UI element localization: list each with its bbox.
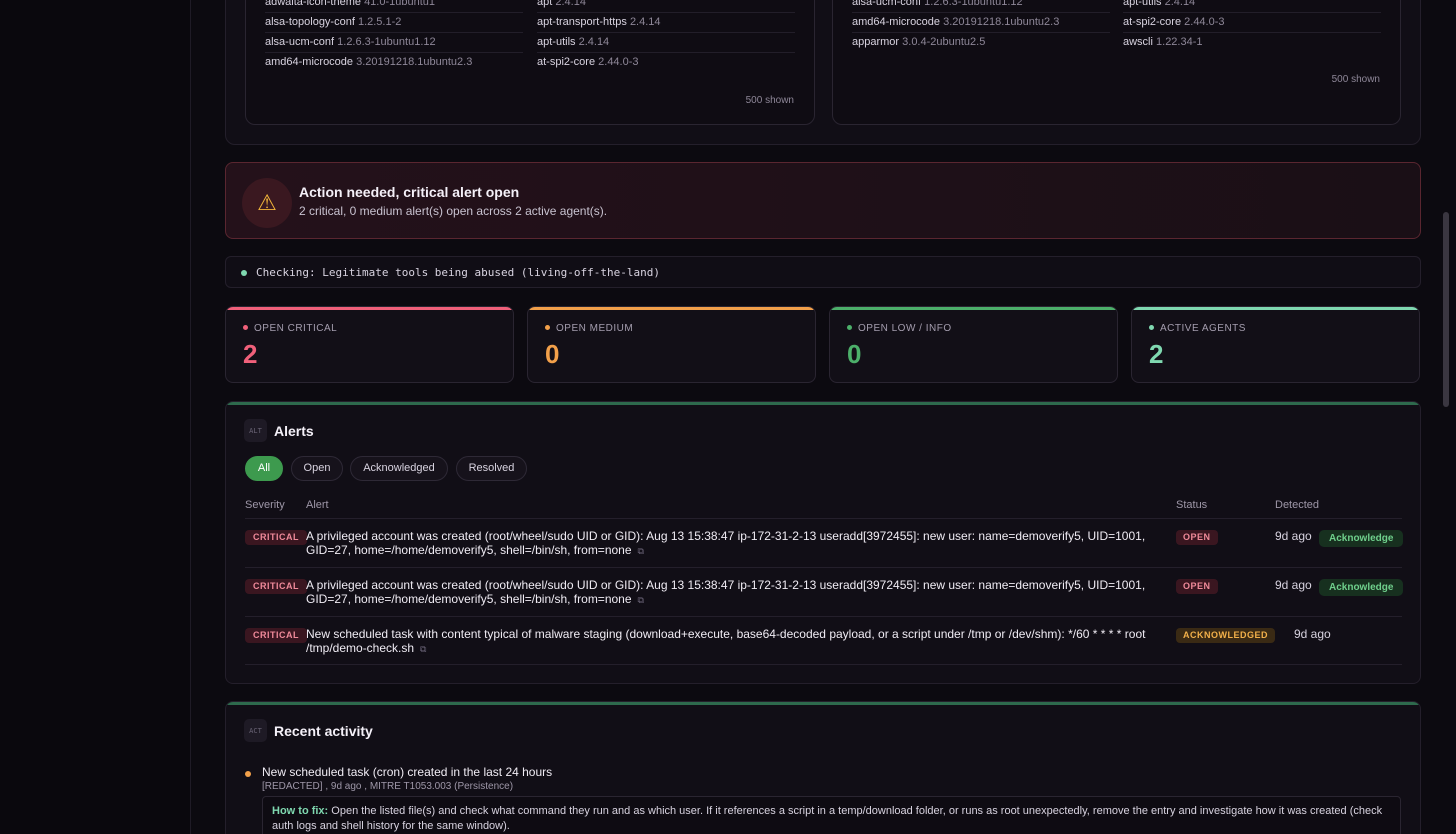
status-badge: OPEN [1176,579,1218,594]
table-row: CRITICAL A privileged account was create… [245,518,1404,567]
package-row: alsa-ucm-conf 1.2.6.3-1ubuntu1.12 [265,33,523,53]
package-row: amd64-microcode 3.20191218.1ubuntu2.3 [265,56,473,68]
recent-activity-panel: ACT Recent activity New scheduled task (… [225,701,1421,834]
filter-acknowledged[interactable]: Acknowledged [350,456,448,481]
packages-count: 500 shown [1331,74,1380,85]
dot-icon [243,324,248,330]
main-content: adwaita-icon-theme 41.0-1ubuntu1 alsa-to… [191,0,1437,834]
package-row: awscli 1.22.34-1 [1123,36,1203,48]
how-to-fix-box: How to fix: Open the listed file(s) and … [262,796,1401,834]
package-row: at-spi2-core 2.44.0-3 [537,56,639,68]
package-row: apt-transport-https 2.4.14 [537,13,795,33]
activity-badge-icon: ACT [244,719,267,742]
stat-open-critical: OPEN CRITICAL 2 [225,306,514,383]
dot-icon [1149,324,1154,330]
detected-time: 9d ago [1294,627,1331,641]
packages-list-left-col1: adwaita-icon-theme 41.0-1ubuntu1 alsa-to… [265,0,523,73]
checking-status-bar: Checking: Legitimate tools being abused … [225,256,1421,288]
column-header-detected: Detected [1275,499,1320,511]
activity-item-title: New scheduled task (cron) created in the… [262,765,553,779]
package-row: alsa-ucm-conf 1.2.6.3-1ubuntu1.12 [852,0,1110,13]
stat-open-medium: OPEN MEDIUM 0 [527,306,816,383]
alert-text: New scheduled task with content typical … [306,627,1146,655]
filter-all[interactable]: All [245,456,283,481]
copy-icon[interactable]: ⧉ [420,644,426,654]
filter-resolved[interactable]: Resolved [456,456,527,481]
table-row: CRITICAL A privileged account was create… [245,567,1404,616]
severity-badge: CRITICAL [245,530,307,545]
severity-badge: CRITICAL [245,628,307,643]
activity-item-meta: [REDACTED] , 9d ago , MITRE T1053.003 (P… [262,781,514,792]
stat-open-low-info: OPEN LOW / INFO 0 [829,306,1118,383]
copy-icon[interactable]: ⧉ [638,595,644,605]
packages-count: 500 shown [745,95,794,106]
package-row: apt 2.4.14 [537,0,795,13]
status-badge: OPEN [1176,530,1218,545]
acknowledge-button[interactable]: Acknowledge [1319,579,1404,596]
column-header-alert: Alert [306,499,329,511]
dot-icon [545,324,550,330]
detected-time: 9d ago [1275,529,1312,543]
stat-value: 0 [847,339,862,369]
fix-text: Open the listed file(s) and check what c… [272,805,1383,832]
packages-card-right: alsa-ucm-conf 1.2.6.3-1ubuntu1.12 amd64-… [832,0,1401,125]
column-header-status: Status [1176,499,1208,511]
scrollbar[interactable] [1437,0,1456,834]
stat-active-agents: ACTIVE AGENTS 2 [1131,306,1420,383]
packages-card-left: adwaita-icon-theme 41.0-1ubuntu1 alsa-to… [245,0,815,125]
column-header-severity: Severity [245,499,285,511]
stat-value: 2 [243,339,258,369]
package-row: apparmor 3.0.4-2ubuntu2.5 [852,36,986,48]
acknowledge-button[interactable]: Acknowledge [1319,530,1404,547]
detected-time: 9d ago [1275,578,1312,592]
alerts-panel: ALT Alerts All Open Acknowledged Resolve… [225,401,1421,684]
critical-alert-banner: ⚠ Action needed, critical alert open 2 c… [225,162,1421,239]
package-row: adwaita-icon-theme 41.0-1ubuntu1 [265,0,523,13]
stat-value: 0 [545,339,560,369]
filter-open[interactable]: Open [291,456,343,481]
checking-text: Checking: Legitimate tools being abused … [256,266,660,279]
scrollbar-thumb[interactable] [1443,212,1449,407]
copy-icon[interactable]: ⧉ [638,546,644,556]
alert-text: A privileged account was created (root/w… [306,529,1146,557]
banner-title: Action needed, critical alert open [299,184,520,200]
alert-text: A privileged account was created (root/w… [306,578,1146,606]
packages-list-left-col2: apt 2.4.14 apt-transport-https 2.4.14 ap… [537,0,795,73]
alerts-title: Alerts [274,423,314,439]
status-badge: ACKNOWLEDGED [1176,628,1275,643]
table-row: CRITICAL New scheduled task with content… [245,616,1402,665]
sidebar [0,0,191,834]
dot-icon [847,324,852,330]
packages-list-right-col2: apt-utils 2.4.14 at-spi2-core 2.44.0-3 a… [1123,0,1381,53]
package-row: apt-utils 2.4.14 [1123,0,1381,13]
severity-badge: CRITICAL [245,579,307,594]
banner-subtitle: 2 critical, 0 medium alert(s) open acros… [299,204,608,218]
package-row: amd64-microcode 3.20191218.1ubuntu2.3 [852,13,1110,33]
stat-value: 2 [1149,339,1164,369]
status-dot-icon [241,270,247,276]
activity-title: Recent activity [274,723,373,739]
package-row: at-spi2-core 2.44.0-3 [1123,13,1381,33]
alerts-badge-icon: ALT [244,419,267,442]
packages-list-right-col1: alsa-ucm-conf 1.2.6.3-1ubuntu1.12 amd64-… [852,0,1110,53]
warning-icon: ⚠ [242,178,292,228]
package-row: apt-utils 2.4.14 [537,33,795,53]
activity-dot-icon [245,771,251,777]
fix-label: How to fix: [272,805,329,817]
package-row: alsa-topology-conf 1.2.5.1-2 [265,13,523,33]
